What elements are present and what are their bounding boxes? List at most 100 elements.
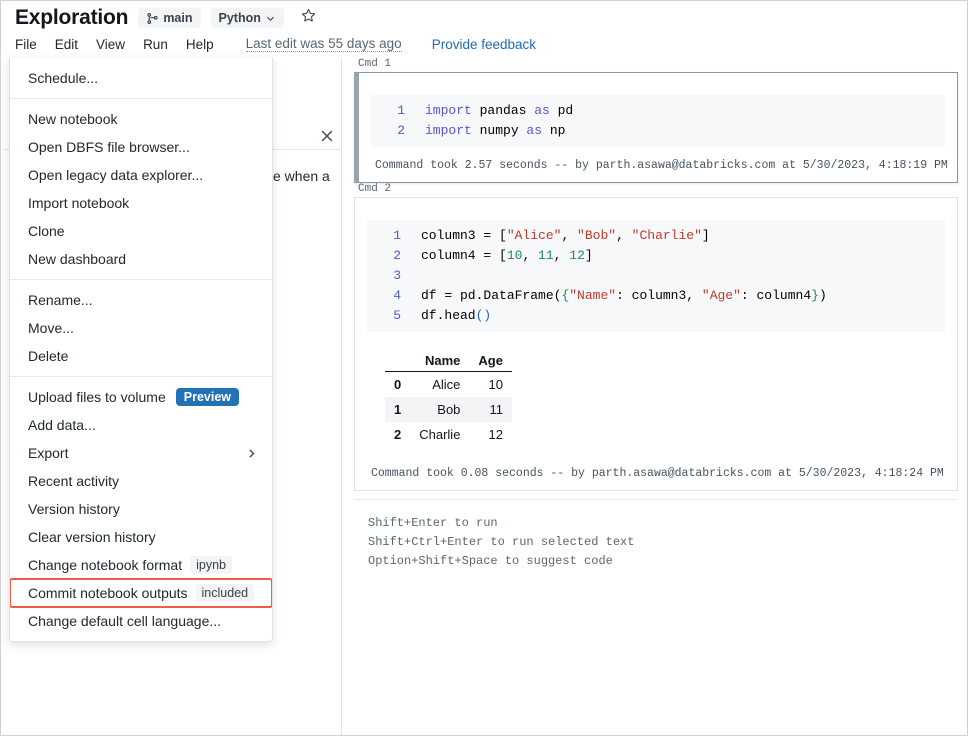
line-number: 5 [367, 306, 421, 326]
menu-item-move[interactable]: Move... [10, 314, 272, 342]
notebook-cell[interactable]: 1import pandas as pd2import numpy as npC… [354, 72, 958, 183]
branch-chip-label: main [163, 11, 192, 25]
menu-item-label: Upload files to volume [28, 389, 166, 405]
menu-item-rename[interactable]: Rename... [10, 286, 272, 314]
menu-item-label: Open DBFS file browser... [28, 139, 190, 155]
table-header-row: NameAge [385, 350, 512, 372]
file-dropdown-menu: Schedule... New notebook Open DBFS file br… [9, 58, 273, 642]
menu-item-label: Recent activity [28, 473, 119, 489]
code-line: 2column4 = [10, 11, 12] [367, 246, 945, 266]
menu-item-new-dashboard[interactable]: New dashboard [10, 245, 272, 273]
menu-item-upload-files-to-volume[interactable]: Upload files to volumePreview [10, 383, 272, 411]
close-icon [319, 128, 335, 149]
menu-group: New notebook Open DBFS file browser... Ope… [10, 99, 272, 279]
table-cell: Alice [410, 372, 469, 398]
menu-item-open-dbfs-file-browser[interactable]: Open DBFS file browser... [10, 133, 272, 161]
table-column-header: Age [469, 350, 512, 372]
menu-item-recent-activity[interactable]: Recent activity [10, 467, 272, 495]
menubar-item-edit[interactable]: Edit [55, 37, 90, 52]
provide-feedback-link[interactable]: Provide feedback [432, 37, 536, 52]
branch-chip[interactable]: main [138, 8, 200, 28]
keyboard-hint-line: Option+Shift+Space to suggest code [368, 552, 968, 571]
dataframe-output: NameAge0Alice101Bob112Charlie12 [355, 332, 957, 455]
cell-execution-footer: Command took 0.08 seconds -- by parth.as… [355, 455, 957, 490]
menu-item-clone[interactable]: Clone [10, 217, 272, 245]
table-row-index: 0 [385, 372, 410, 398]
code-line: 5df.head() [367, 306, 945, 326]
menubar-item-run[interactable]: Run [143, 37, 180, 52]
menu-item-label: Open legacy data explorer... [28, 167, 203, 183]
code-text: column4 = [10, 11, 12] [421, 246, 593, 266]
menu-item-export[interactable]: Export [10, 439, 272, 467]
code-editor[interactable]: 1import pandas as pd2import numpy as np [371, 95, 945, 147]
menu-item-new-notebook[interactable]: New notebook [10, 105, 272, 133]
panel-close-button[interactable] [315, 126, 339, 150]
code-text: df = pd.DataFrame({"Name": column3, "Age… [421, 286, 827, 306]
menu-item-commit-notebook-outputs[interactable]: Commit notebook outputsincluded [10, 579, 272, 607]
menubar-item-help[interactable]: Help [186, 37, 226, 52]
menu-group: Upload files to volumePreview Add data...… [10, 377, 272, 641]
cell-execution-footer: Command took 2.57 seconds -- by parth.as… [359, 147, 957, 182]
keyboard-hint-line: Shift+Enter to run [368, 514, 968, 533]
menu-item-add-data[interactable]: Add data... [10, 411, 272, 439]
notebook-cell[interactable]: 1column3 = ["Alice", "Bob", "Charlie"]2c… [354, 197, 958, 491]
table-row: 0Alice10 [385, 372, 512, 398]
language-chip[interactable]: Python [211, 8, 284, 28]
menu-item-delete[interactable]: Delete [10, 342, 272, 370]
menu-item-label: Import notebook [28, 195, 129, 211]
title-row: Exploration main Python [15, 5, 320, 31]
menu-item-label: Move... [28, 320, 74, 336]
menu-item-label: Add data... [28, 417, 96, 433]
menu-item-change-notebook-format[interactable]: Change notebook format ipynb [10, 551, 272, 579]
menu-group: Schedule... [10, 58, 272, 98]
code-editor[interactable]: 1column3 = ["Alice", "Bob", "Charlie"]2c… [367, 220, 945, 332]
menu-item-tag: ipynb [190, 556, 232, 574]
line-number: 4 [367, 286, 421, 306]
code-text: import pandas as pd [425, 101, 573, 121]
cell-command-label: Cmd 1 [342, 58, 968, 70]
menu-item-label: Rename... [28, 292, 93, 308]
line-number: 1 [371, 101, 425, 121]
table-cell: 10 [469, 372, 512, 398]
menu-item-label: Clone [28, 223, 65, 239]
menu-item-clear-version-history[interactable]: Clear version history [10, 523, 272, 551]
notebook-canvas: Cmd 11import pandas as pd2import numpy a… [342, 58, 968, 736]
code-line: 4df = pd.DataFrame({"Name": column3, "Ag… [367, 286, 945, 306]
menu-item-version-history[interactable]: Version history [10, 495, 272, 523]
menu-bar: File Edit View Run Help Last edit was 55… [15, 34, 536, 54]
table-cell: Charlie [410, 422, 469, 447]
menu-item-label: New notebook [28, 111, 118, 127]
table-row: 1Bob11 [385, 397, 512, 422]
notebook-header: Exploration main Python [1, 1, 968, 57]
menubar-item-file[interactable]: File [15, 37, 49, 52]
menu-item-label: Change default cell language... [28, 613, 221, 629]
keyboard-hint-line: Shift+Ctrl+Enter to run selected text [368, 533, 968, 552]
menu-item-label: Clear version history [28, 529, 156, 545]
table-row-index: 1 [385, 397, 410, 422]
menu-item-change-default-cell-language[interactable]: Change default cell language... [10, 607, 272, 635]
line-number: 1 [367, 226, 421, 246]
keyboard-hints: Shift+Enter to runShift+Ctrl+Enter to ru… [342, 500, 968, 571]
code-line: 2import numpy as np [371, 121, 945, 141]
menu-item-label: Change notebook format [28, 557, 182, 573]
menu-group: Rename... Move... Delete [10, 280, 272, 376]
menubar-item-view[interactable]: View [96, 37, 137, 52]
favorite-star-button[interactable] [298, 7, 320, 29]
table-row: 2Charlie12 [385, 422, 512, 447]
table-index-header [385, 350, 410, 372]
menu-item-label: New dashboard [28, 251, 126, 267]
menu-item-open-legacy-data-explorer[interactable]: Open legacy data explorer... [10, 161, 272, 189]
table-column-header: Name [410, 350, 469, 372]
menu-item-schedule[interactable]: Schedule... [10, 64, 272, 92]
code-text: df.head() [421, 306, 491, 326]
code-line: 1column3 = ["Alice", "Bob", "Charlie"] [367, 226, 945, 246]
language-chip-label: Python [219, 11, 261, 25]
code-text: column3 = ["Alice", "Bob", "Charlie"] [421, 226, 710, 246]
menu-item-import-notebook[interactable]: Import notebook [10, 189, 272, 217]
code-line: 3 [367, 266, 945, 286]
menu-item-label: Export [28, 445, 68, 461]
last-edit-label[interactable]: Last edit was 55 days ago [246, 36, 402, 52]
chevron-right-icon [245, 447, 258, 460]
line-number: 2 [371, 121, 425, 141]
menu-item-label: Delete [28, 348, 68, 364]
